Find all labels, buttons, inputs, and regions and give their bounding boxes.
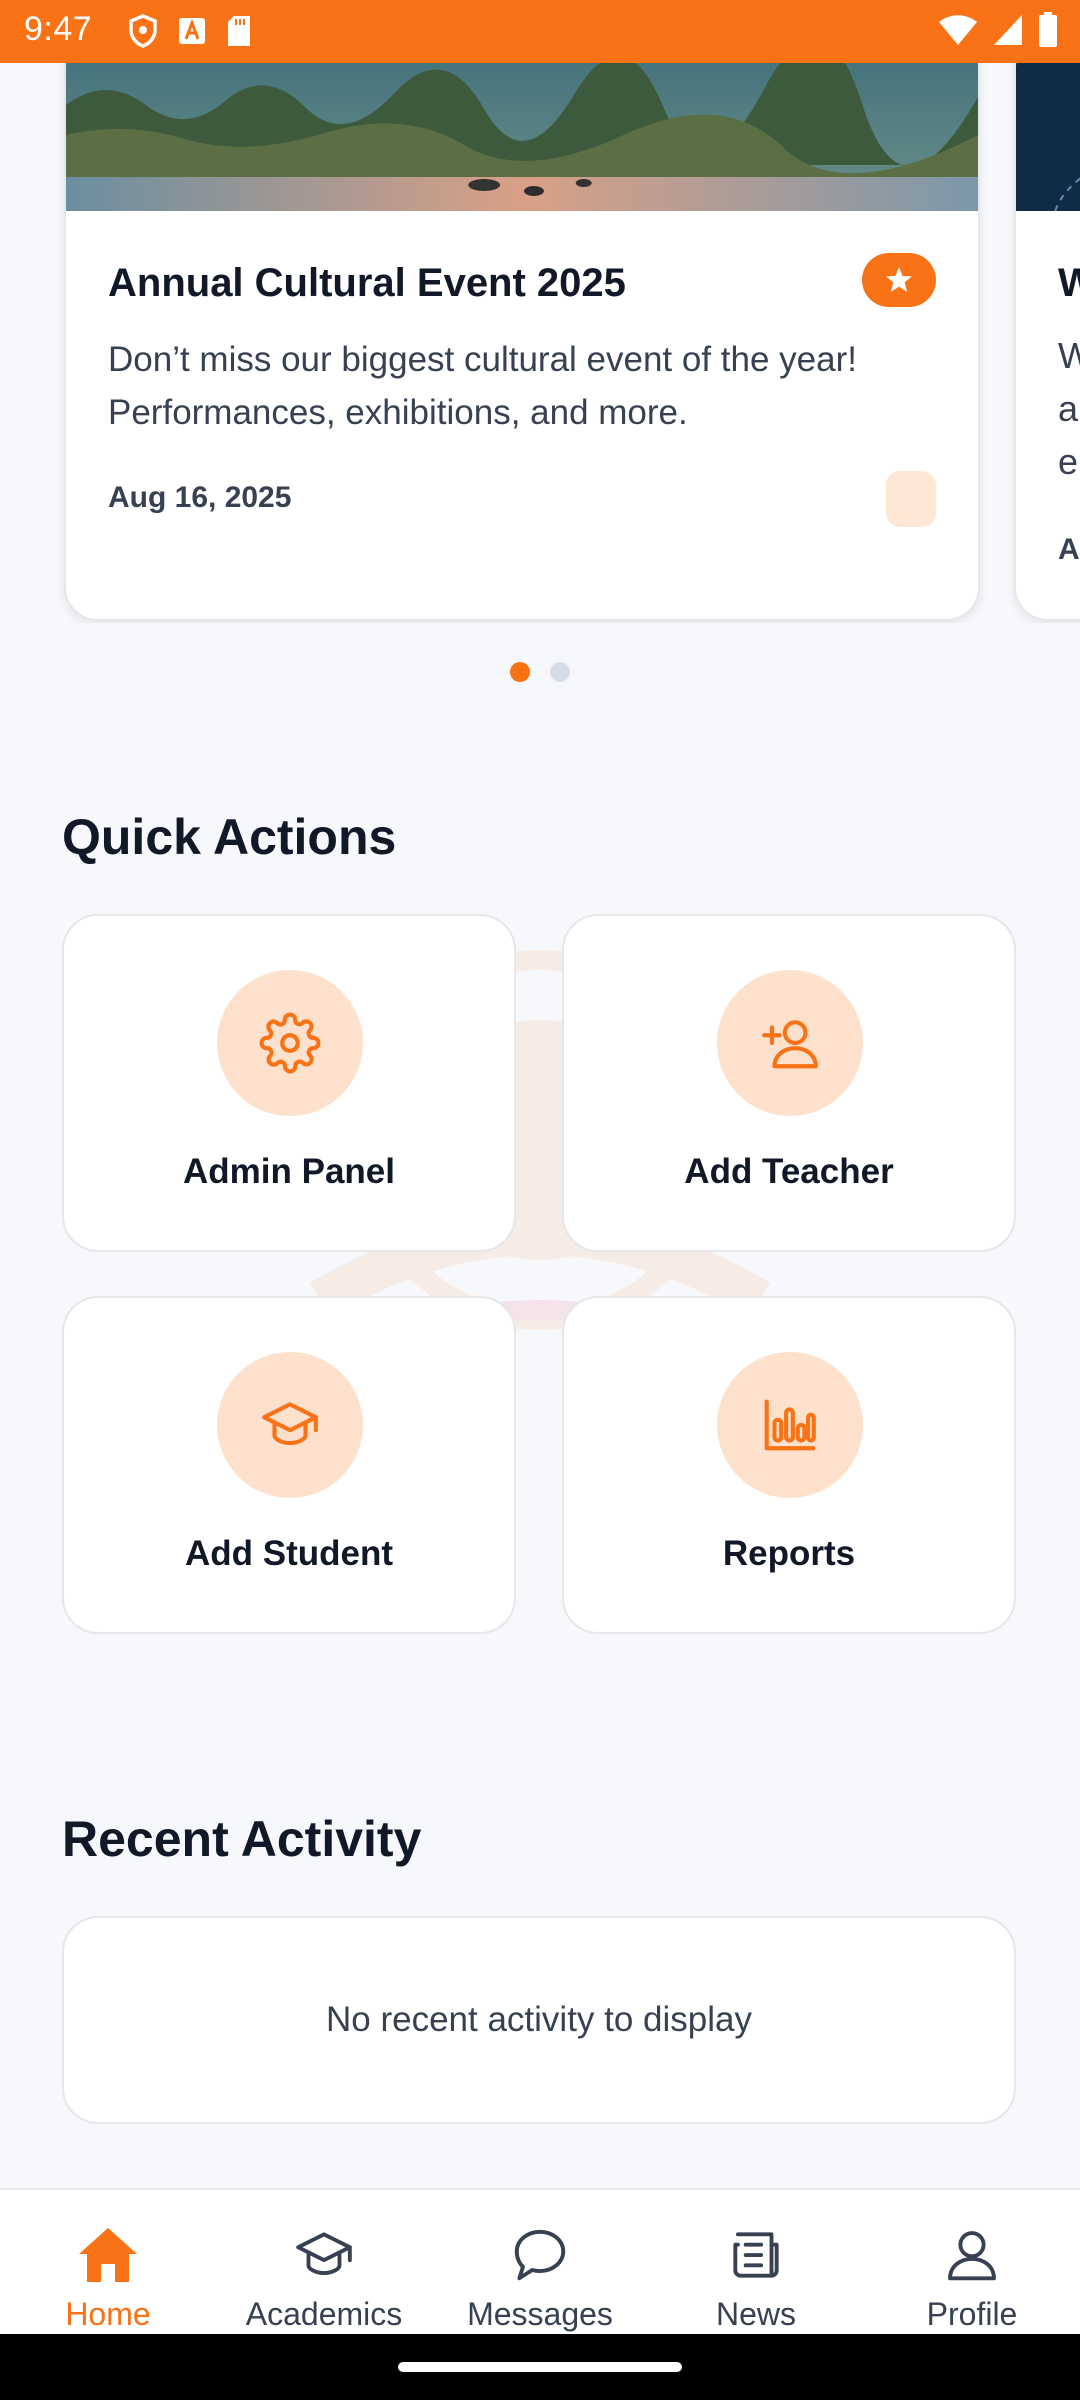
person-icon [936, 2222, 1008, 2288]
nav-profile-label: Profile [926, 2296, 1018, 2332]
carousel-pagination [0, 662, 1080, 682]
reports-label: Reports [722, 1534, 856, 1573]
admin-panel-icon-circle [217, 970, 363, 1116]
event-image-next [1016, 63, 1080, 211]
battery-icon [1039, 12, 1057, 47]
wifi-icon [939, 15, 977, 45]
nav-home-label: Home [65, 2296, 151, 2332]
status-notification-icons [128, 14, 252, 48]
signal-icon [994, 15, 1022, 45]
event-description: Don’t miss our biggest cultural event of… [108, 340, 857, 432]
nav-news-label: News [715, 2296, 796, 2332]
sd-card-icon [228, 16, 250, 46]
admin-panel-label: Admin Panel [183, 1152, 395, 1191]
quick-actions-title: Quick Actions [62, 809, 397, 865]
status-bar: 9:47 [0, 0, 1080, 63]
event-date-next: A [1058, 533, 1080, 566]
event-desc-next-line2: a [1058, 388, 1079, 429]
chat-bubble-icon [504, 2222, 576, 2288]
carousel-dot-1[interactable] [510, 662, 530, 682]
nav-messages[interactable]: Messages [432, 2190, 648, 2336]
bottom-navigation: Home Academics Messages News Profile [0, 2188, 1080, 2334]
recent-activity-title: Recent Activity [62, 1811, 422, 1867]
newspaper-icon [720, 2222, 792, 2288]
event-card-next[interactable]: W W a e A [1014, 63, 1080, 621]
add-student-icon-circle [217, 1352, 363, 1498]
event-title-next: W [1058, 261, 1080, 306]
status-time: 9:47 [24, 10, 93, 48]
nav-academics-label: Academics [245, 2296, 403, 2332]
events-carousel[interactable]: Annual Cultural Event 2025 Don’t miss ou… [0, 63, 1080, 623]
event-desc-next-line3: e [1058, 441, 1079, 482]
recent-activity-card: No recent activity to display [62, 1916, 1016, 2124]
graduation-cap-icon [288, 2222, 360, 2288]
featured-badge [862, 253, 936, 307]
gear-icon [259, 1012, 321, 1074]
event-desc-next-line1: W [1058, 335, 1080, 377]
home-gesture-handle[interactable] [398, 2362, 682, 2372]
font-a-icon [179, 18, 205, 44]
add-student-label: Add Student [184, 1534, 394, 1573]
graduation-cap-icon [262, 1402, 318, 1446]
nav-messages-label: Messages [467, 2296, 613, 2332]
recent-activity-empty-text: No recent activity to display [325, 2000, 752, 2039]
shield-icon [129, 14, 157, 48]
event-title: Annual Cultural Event 2025 [108, 261, 626, 305]
add-user-icon [762, 1020, 818, 1069]
add-student-button[interactable]: Add Student [62, 1296, 516, 1634]
home-icon [72, 2222, 144, 2288]
carousel-dot-2[interactable] [550, 662, 570, 682]
add-teacher-label: Add Teacher [684, 1152, 894, 1191]
reports-button[interactable]: Reports [562, 1296, 1016, 1634]
bar-chart-icon [764, 1399, 816, 1451]
nav-profile[interactable]: Profile [864, 2190, 1080, 2336]
add-teacher-button[interactable]: Add Teacher [562, 914, 1016, 1252]
nav-home[interactable]: Home [0, 2190, 216, 2336]
admin-panel-button[interactable]: Admin Panel [62, 914, 516, 1252]
nav-academics[interactable]: Academics [216, 2190, 432, 2336]
add-teacher-icon-circle [717, 970, 863, 1116]
event-action-button[interactable] [886, 471, 936, 527]
nav-news[interactable]: News [648, 2190, 864, 2336]
event-card[interactable]: Annual Cultural Event 2025 Don’t miss ou… [64, 63, 980, 621]
star-icon [886, 267, 912, 292]
event-date: Aug 16, 2025 [108, 481, 292, 514]
status-system-icons [938, 12, 1058, 48]
event-image [66, 63, 978, 211]
reports-icon-circle [717, 1352, 863, 1498]
